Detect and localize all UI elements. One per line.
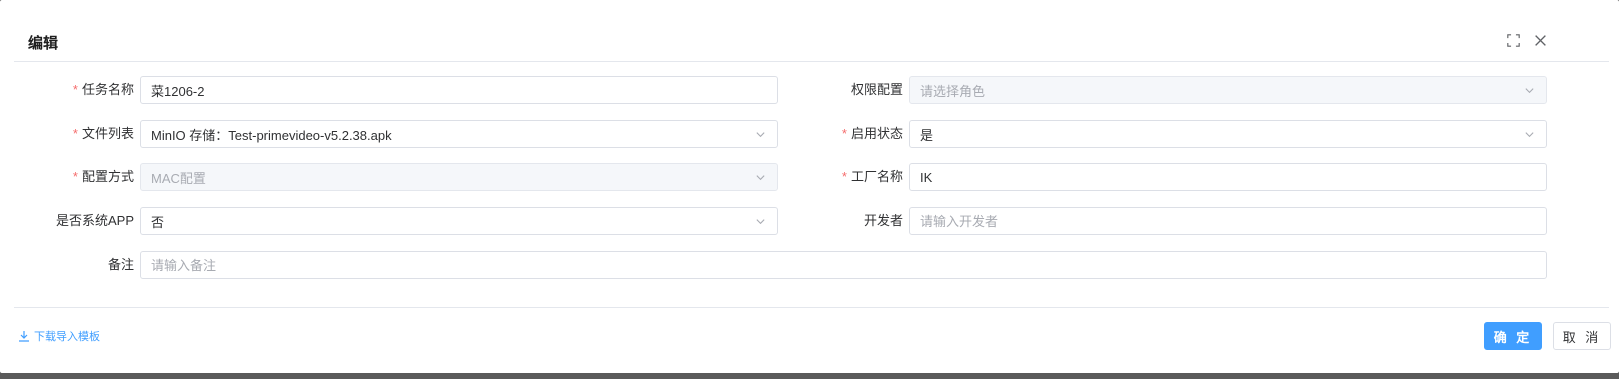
enabled-status-select[interactable]: 是 [909, 120, 1547, 148]
system-app-label: 是否系统APP [55, 213, 134, 228]
chevron-down-icon [755, 215, 767, 227]
close-icon[interactable] [1532, 32, 1548, 48]
dialog-header: 编辑 [0, 0, 1619, 62]
dialog-title: 编辑 [28, 35, 59, 52]
remark-label: 备注 [107, 257, 134, 272]
developer-label: 开发者 [863, 213, 903, 228]
chevron-down-icon [755, 171, 767, 183]
download-template-label: 下载导入模板 [34, 331, 100, 343]
footer-divider [14, 307, 1609, 308]
modal-backdrop [0, 373, 1619, 379]
edit-dialog: 编辑 *任务名称 权限配置 请选择角色 *文件列表 MinIO 存储：Test-… [0, 0, 1619, 373]
permission-select[interactable]: 请选择角色 [909, 76, 1547, 104]
header-divider [14, 61, 1609, 62]
file-list-select[interactable]: MinIO 存储：Test-primevideo-v5.2.38.apk [140, 120, 778, 148]
chevron-down-icon [1524, 84, 1536, 96]
chevron-down-icon [1524, 128, 1536, 140]
download-icon [19, 331, 29, 342]
task-name-label: * 任务名称 [72, 82, 134, 97]
permission-label: 权限配置 [850, 82, 903, 97]
factory-name-label: * 工厂名称 [841, 169, 903, 184]
developer-input[interactable] [909, 207, 1547, 235]
file-list-label: * 文件列表 [72, 126, 134, 141]
confirm-button[interactable]: 确 定 [1484, 322, 1542, 350]
remark-input[interactable] [140, 251, 1547, 279]
system-app-select[interactable]: 否 [140, 207, 778, 235]
download-template-link[interactable]: 下载导入模板 [18, 328, 100, 344]
config-mode-select[interactable]: MAC配置 [140, 163, 778, 191]
config-mode-label: * 配置方式 [72, 169, 134, 184]
factory-name-input[interactable] [909, 163, 1547, 191]
enabled-status-label: * 启用状态 [841, 126, 903, 141]
fullscreen-icon[interactable] [1505, 32, 1521, 48]
chevron-down-icon [755, 128, 767, 140]
task-name-input[interactable] [140, 76, 778, 104]
cancel-button[interactable]: 取 消 [1553, 322, 1611, 350]
